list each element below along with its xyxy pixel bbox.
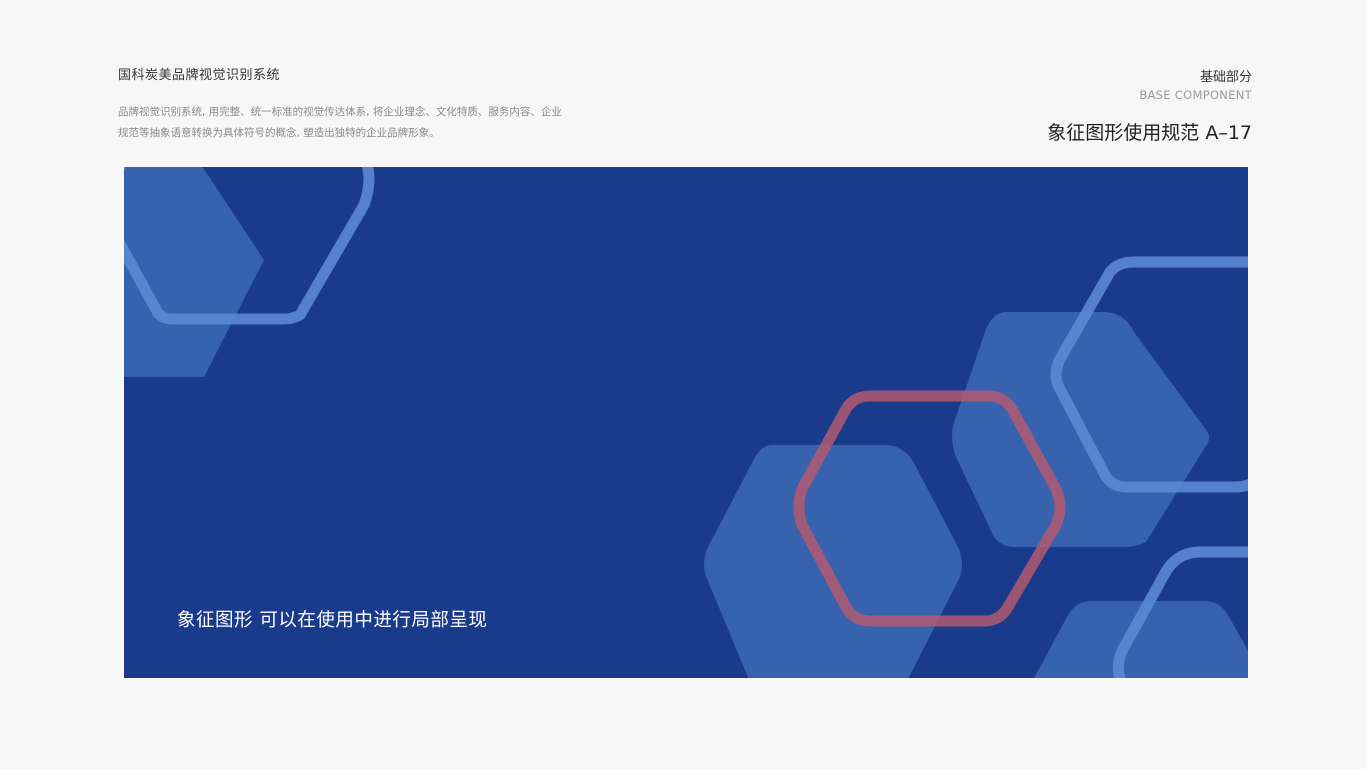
page-heading: 象征图形使用规范 A–17: [1047, 122, 1252, 144]
section-title-en: BASE COMPONENT: [1139, 88, 1252, 102]
brand-title: 国科炭美品牌视觉识别系统: [118, 68, 281, 83]
description-line: 品牌视觉识别系统, 用完整、统一标准的视觉传达体系, 将企业理念、文化特质、服务…: [118, 106, 562, 118]
page: 国科炭美品牌视觉识别系统 品牌视觉识别系统, 用完整、统一标准的视觉传达体系, …: [0, 0, 1366, 769]
brand-description: 品牌视觉识别系统, 用完整、统一标准的视觉传达体系, 将企业理念、文化特质、服务…: [118, 102, 568, 144]
description-line: 规范等抽象语意转换为具体符号的概念, 塑造出独特的企业品牌形象。: [118, 127, 440, 139]
symbol-graphic-canvas: [124, 167, 1248, 678]
canvas-caption: 象征图形 可以在使用中进行局部呈现: [177, 610, 488, 631]
section-title-cn: 基础部分: [1199, 70, 1252, 85]
symbol-graphic-svg: [124, 167, 1248, 678]
